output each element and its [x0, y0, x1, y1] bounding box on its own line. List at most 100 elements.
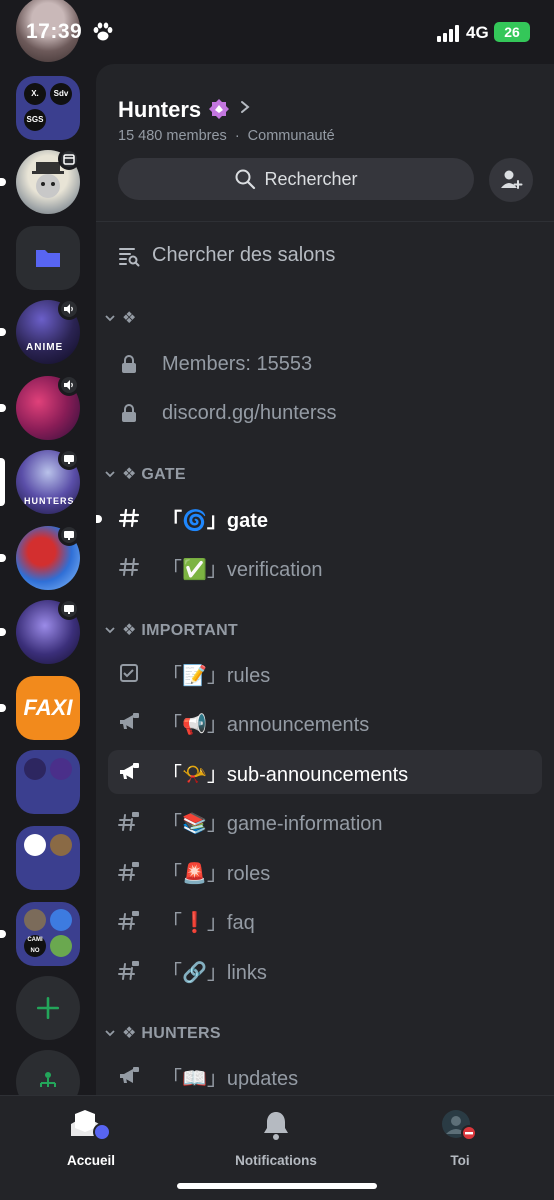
- member-count: 15 480 membres: [118, 128, 227, 144]
- channel-verification-label: 「✅」verification: [162, 558, 323, 581]
- server-folder-1[interactable]: X. Sdv SGS: [16, 76, 80, 140]
- folder-server-avatar: [50, 834, 72, 856]
- tab-home-label: Accueil: [66, 1153, 116, 1168]
- divider: [96, 221, 554, 222]
- channel-game-information[interactable]: 「📚」game-information: [108, 799, 542, 843]
- folder-icon: [36, 250, 60, 267]
- tab-you[interactable]: Toi: [400, 1108, 520, 1168]
- folder-server-star: [50, 758, 72, 780]
- chevron-right-icon[interactable]: [238, 100, 252, 114]
- channel-sub-announcements[interactable]: 「📯」sub-announcements: [108, 750, 542, 794]
- category-important[interactable]: ❖ IMPORTANT: [104, 620, 238, 640]
- server-faxi[interactable]: FAXI: [16, 676, 80, 740]
- chevron-down-icon: [105, 471, 115, 478]
- channel-updates[interactable]: 「📖」updates: [108, 1054, 542, 1095]
- add-server-button[interactable]: [16, 976, 80, 1040]
- category-unnamed-label: ❖: [122, 310, 137, 327]
- locked-text-channel-icon: [118, 961, 139, 980]
- announcement-locked-icon: [120, 713, 139, 729]
- channel-faq-label: 「❗」faq: [162, 911, 255, 934]
- status-time: 17:39: [26, 20, 83, 43]
- category-gate-label: ❖ GATE: [122, 466, 186, 483]
- discord-app: 17:39 4G 26 X. Sdv SGS ANIME HUNTERS FAX…: [0, 0, 554, 1200]
- tab-notifications-label: Notifications: [235, 1153, 317, 1168]
- category-gate[interactable]: ❖ GATE: [104, 464, 186, 484]
- server-folder-closed[interactable]: [16, 226, 80, 290]
- channel-members[interactable]: Members: 15553: [108, 342, 542, 386]
- voice-speaker-icon: [58, 298, 80, 320]
- voice-speaker-icon: [58, 374, 80, 396]
- server-anime-label: ANIME: [26, 342, 64, 353]
- locked-text-channel-icon: [118, 812, 139, 831]
- hub-icon: [40, 1072, 56, 1087]
- server-type: Communauté: [247, 128, 335, 144]
- server-folder-4[interactable]: CAMI NO: [16, 902, 80, 966]
- channel-links[interactable]: 「🔗」links: [108, 948, 542, 992]
- folder-server-sgs: SGS: [24, 109, 46, 131]
- channel-roles[interactable]: 「🚨」roles: [108, 849, 542, 893]
- category-hunters[interactable]: ❖ HUNTERS: [104, 1023, 221, 1043]
- channel-members-label: Members: 15553: [162, 352, 313, 375]
- category-hunters-label: ❖ HUNTERS: [122, 1025, 221, 1042]
- server-unread-pill: [0, 554, 6, 562]
- channel-roles-label: 「🚨」roles: [162, 862, 271, 885]
- channel-rules-label: 「📝」rules: [162, 664, 271, 687]
- channel-invite[interactable]: discord.gg/hunterss: [108, 391, 542, 435]
- folder-server-d: [50, 935, 72, 957]
- server-folder-3[interactable]: [16, 826, 80, 890]
- server-hunters-label: HUNTERS: [24, 496, 75, 506]
- chevron-down-icon: [105, 315, 115, 322]
- server-unread-pill: [0, 704, 6, 712]
- announcement-locked-icon: [120, 1067, 139, 1083]
- tab-notifications[interactable]: Notifications: [216, 1108, 336, 1168]
- user-avatar-icon: [442, 1110, 477, 1141]
- channel-gate-label: 「🌀」gate: [162, 509, 269, 532]
- invite-button[interactable]: [489, 158, 533, 202]
- search-button[interactable]: Rechercher: [118, 158, 474, 200]
- browse-channels[interactable]: Chercher des salons: [118, 244, 335, 267]
- screen-share-icon: [58, 524, 80, 546]
- server-name[interactable]: Hunters: [118, 97, 201, 123]
- lock-icon: [122, 404, 136, 422]
- folder-server-a: [24, 909, 46, 931]
- status-bar: 17:39 4G 26: [0, 0, 554, 64]
- event-calendar-icon: [58, 148, 80, 170]
- chevron-down-icon: [105, 1030, 115, 1037]
- channel-gate[interactable]: 「🌀」gate: [108, 496, 542, 540]
- paw-icon: [93, 22, 113, 41]
- channel-verification[interactable]: 「✅」verification: [108, 545, 542, 589]
- server-meta: 15 480 membres · Communauté: [118, 128, 335, 144]
- folder-server-moon: [24, 758, 46, 780]
- channel-announcements[interactable]: 「📢」announcements: [108, 700, 542, 744]
- channel-sub-announcements-label: 「📯」sub-announcements: [162, 763, 409, 786]
- server-unread-pill: [0, 328, 6, 336]
- server-unread-pill: [0, 178, 6, 186]
- category-unnamed[interactable]: ❖: [104, 308, 137, 328]
- home-servers-icon: [71, 1110, 111, 1141]
- server-unread-pill: [0, 404, 6, 412]
- tab-you-label: Toi: [450, 1153, 470, 1168]
- server-folder-2[interactable]: [16, 750, 80, 814]
- server-selected-pill: [0, 458, 5, 506]
- folder-server-b: [50, 909, 72, 931]
- server-unread-pill: [0, 930, 6, 938]
- channel-rules[interactable]: 「📝」rules: [108, 651, 542, 695]
- channel-links-label: 「🔗」links: [162, 961, 267, 984]
- channel-announcements-label: 「📢」announcements: [162, 713, 370, 736]
- server-faxi-label: FAXI: [23, 695, 73, 720]
- screen-share-icon: [58, 448, 80, 470]
- folder-server-sdv: Sdv: [50, 83, 72, 105]
- plus-icon: [36, 996, 60, 1020]
- screen-share-icon: [58, 598, 80, 620]
- locked-text-channel-icon: [118, 862, 139, 881]
- channel-updates-label: 「📖」updates: [162, 1067, 299, 1090]
- battery-level: 26: [504, 24, 520, 40]
- text-channel-icon: [119, 558, 139, 576]
- channel-invite-label: discord.gg/hunterss: [162, 401, 337, 424]
- add-member-icon: [501, 170, 523, 189]
- channel-faq[interactable]: 「❗」faq: [108, 898, 542, 942]
- server-rail: X. Sdv SGS ANIME HUNTERS FAXI CAMI NO: [0, 0, 96, 1114]
- search-icon: [235, 169, 256, 190]
- folder-server-dots: [24, 834, 46, 856]
- tab-home[interactable]: Accueil: [31, 1108, 151, 1168]
